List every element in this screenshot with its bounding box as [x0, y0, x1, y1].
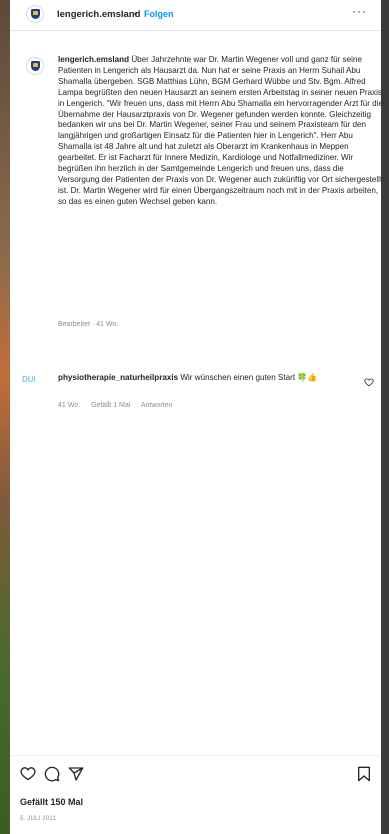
reply-button[interactable]: Antworten	[141, 402, 173, 409]
comment-text: Wir wünschen einen guten Start 🍀👍	[180, 373, 318, 382]
avatar[interactable]	[26, 5, 44, 23]
header-separator: •	[134, 9, 138, 20]
post-header: lengerich.emsland • Folgen ···	[10, 0, 381, 31]
post-panel: lengerich.emsland • Folgen ··· lengerich…	[10, 0, 383, 834]
comment-meta: 41 Wo. Gefällt 1 Mal Antworten	[58, 402, 181, 409]
comment-age: 41 Wo.	[58, 402, 81, 409]
more-options-button[interactable]: ···	[352, 4, 367, 18]
like-icon[interactable]	[20, 766, 36, 781]
post-likes[interactable]: Gefällt 150 Mal	[20, 797, 83, 807]
caption: lengerich.emsland Über Jahrzehnte war Dr…	[58, 55, 383, 208]
action-bar	[10, 755, 381, 796]
comment-avatar[interactable]: DUI	[22, 375, 46, 387]
header-username[interactable]: lengerich.emsland	[57, 9, 140, 20]
comment-like-icon[interactable]	[364, 377, 374, 387]
follow-button[interactable]: Folgen	[144, 9, 174, 19]
comment-likes[interactable]: Gefällt 1 Mal	[91, 402, 130, 409]
share-icon[interactable]	[68, 766, 84, 782]
comment: physiotherapie_naturheilpraxis Wir wünsc…	[58, 372, 358, 384]
caption-avatar[interactable]	[26, 57, 44, 75]
post-date: 5. JULI 2021	[20, 816, 57, 822]
comment-icon[interactable]	[44, 766, 60, 782]
bookmark-icon[interactable]	[357, 766, 371, 782]
caption-text: Über Jahrzehnte war Dr. Martin Wegener v…	[58, 55, 383, 206]
comment-username[interactable]: physiotherapie_naturheilpraxis	[58, 373, 178, 382]
caption-username[interactable]: lengerich.emsland	[58, 55, 129, 64]
background-photo-strip	[0, 0, 10, 834]
caption-edited: Bearbeitet · 41 Wo.	[58, 321, 119, 328]
